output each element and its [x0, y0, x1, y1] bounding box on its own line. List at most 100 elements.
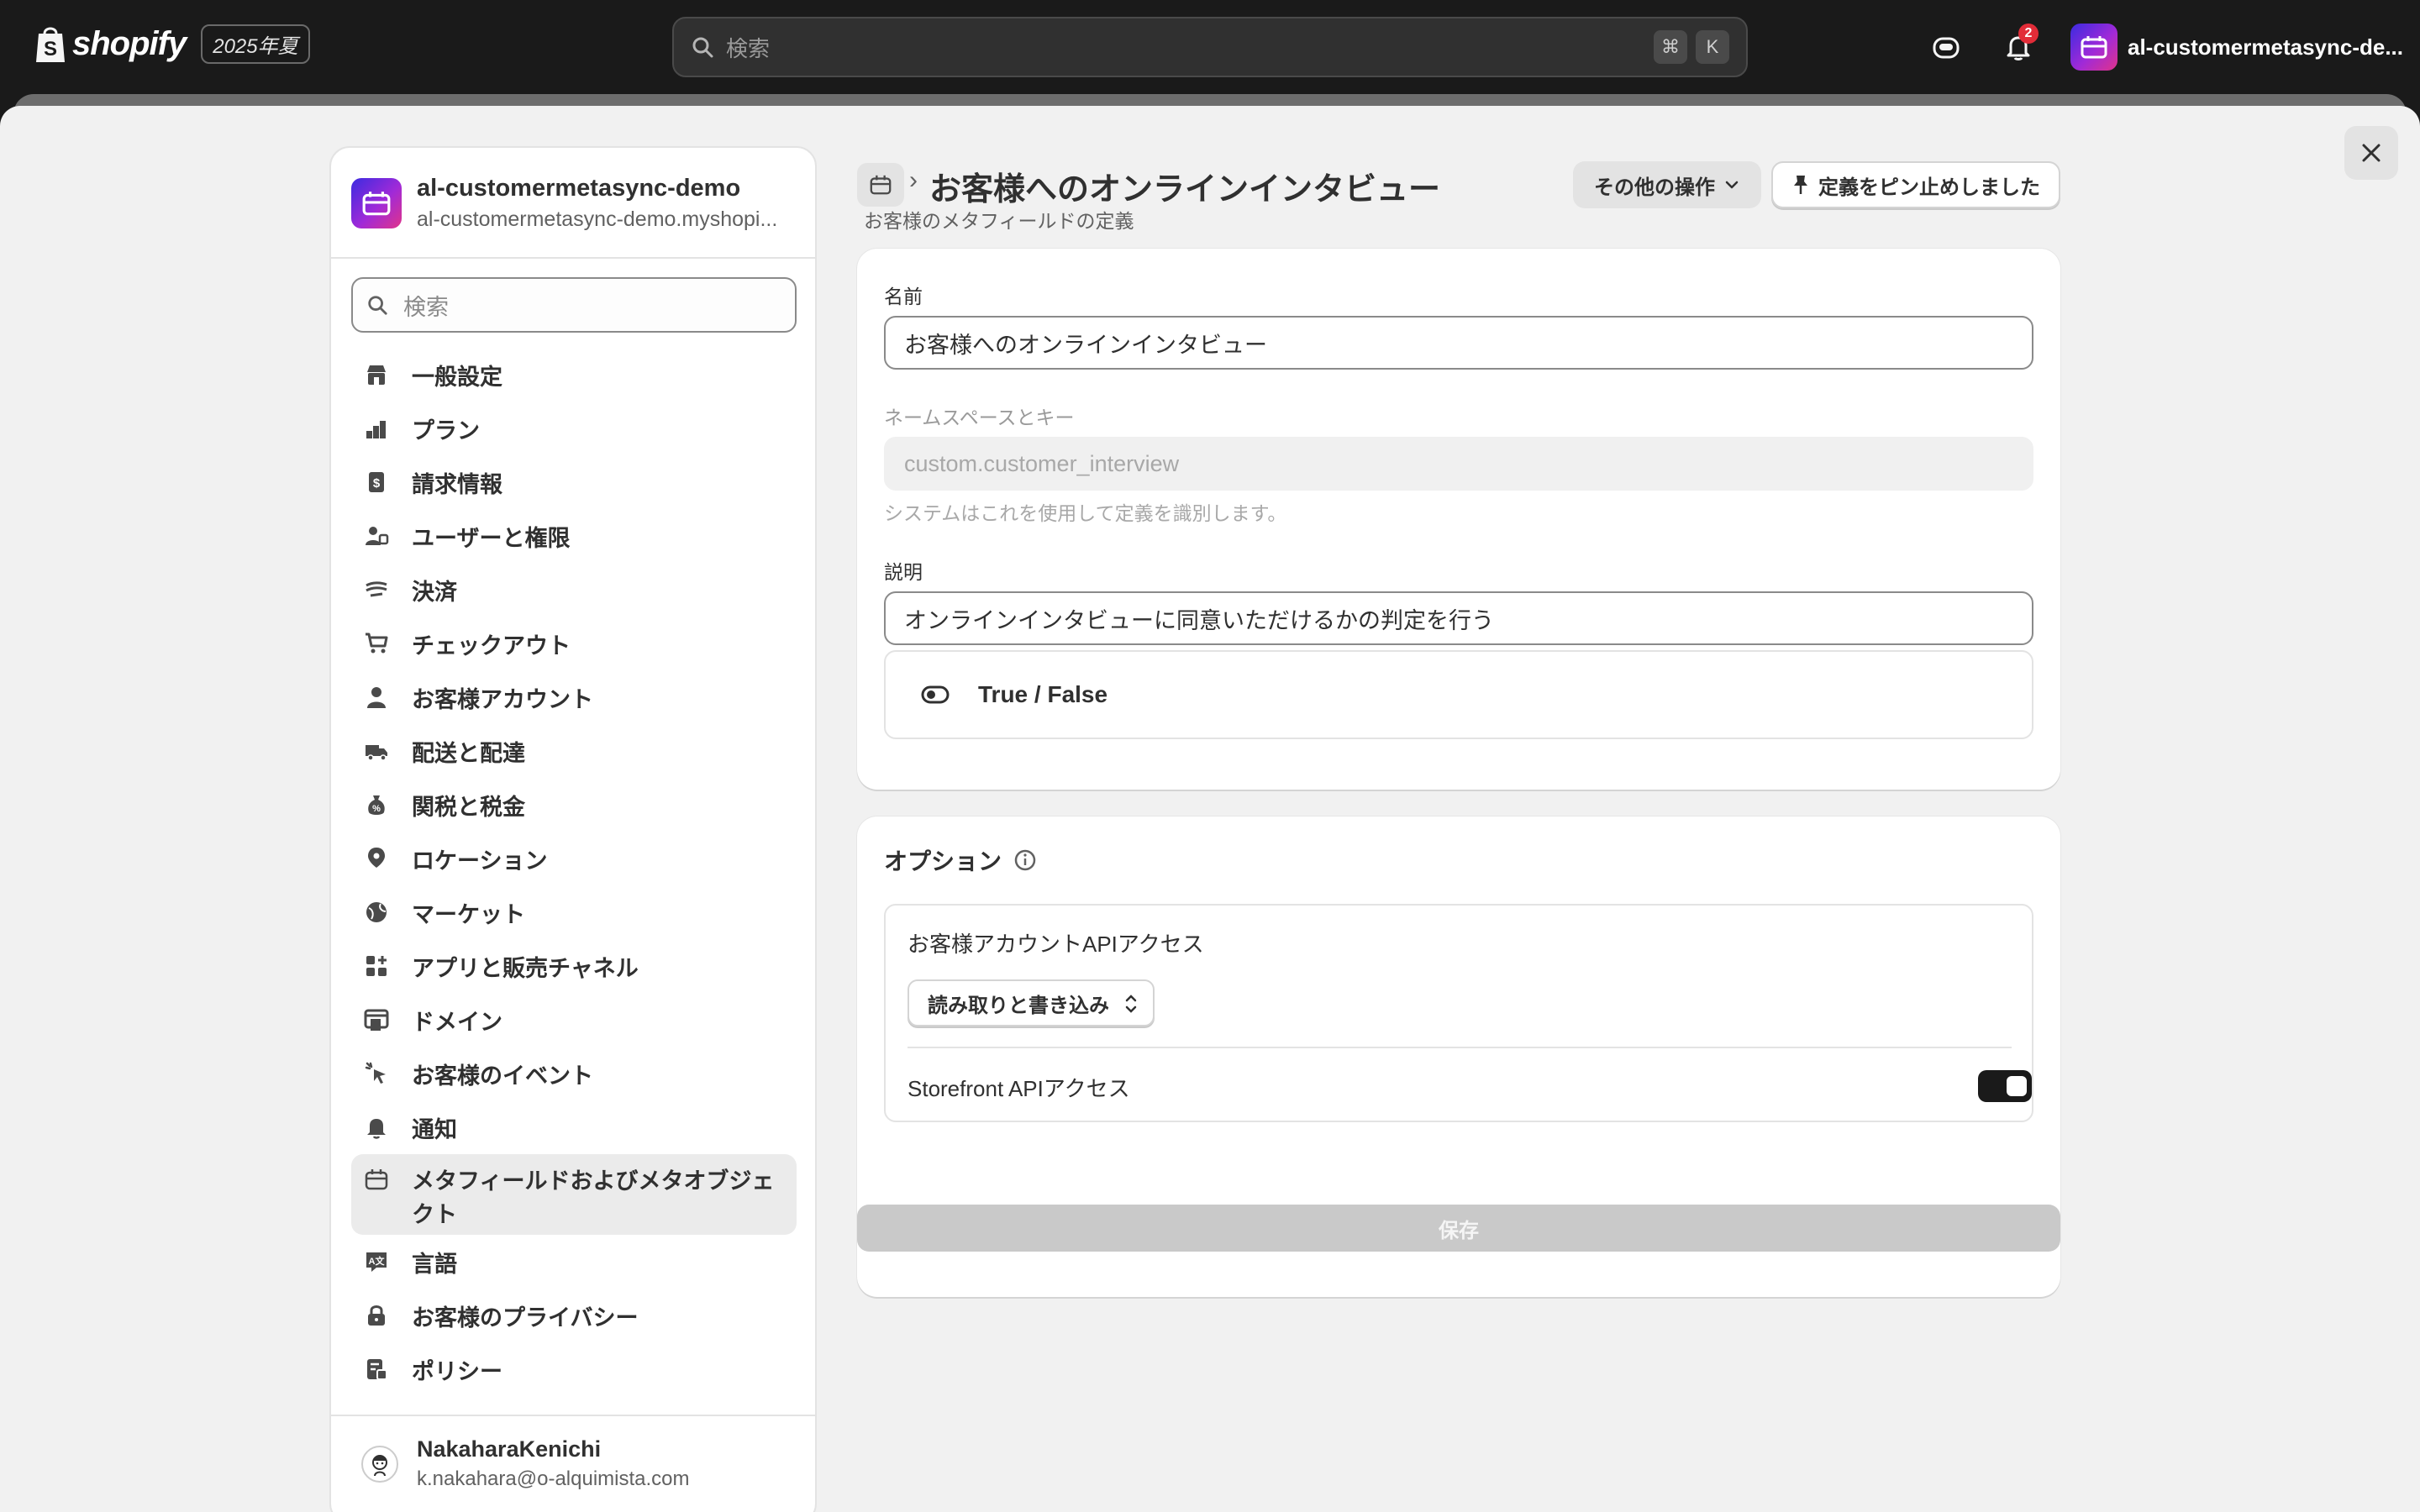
store-logo-icon: [362, 192, 391, 216]
settings-nav: 一般設定 プラン $ 請求情報 ユーザーと権限 決済 チェックアウト お客様アカ…: [351, 348, 797, 1396]
pin-definition-button[interactable]: 定義をピン止めしました: [1771, 161, 2060, 208]
svg-text:S: S: [44, 38, 57, 60]
sidebar-store-title: al-customermetasync-demo: [417, 175, 741, 202]
sidebar-item-label: ユーザーと権限: [412, 525, 571, 551]
sidebar-item-label: 通知: [412, 1116, 457, 1142]
pin-icon: [1794, 176, 1807, 194]
sidebar-item-checkout[interactable]: チェックアウト: [351, 617, 797, 670]
sidebar-user[interactable]: NakaharaKenichi k.nakahara@o-alquimista.…: [361, 1436, 690, 1491]
page-subtitle: お客様のメタフィールドの定義: [864, 210, 1134, 232]
info-icon[interactable]: [1013, 848, 1037, 872]
cart-icon: [361, 628, 392, 659]
user-email: k.nakahara@o-alquimista.com: [417, 1467, 690, 1490]
sidebar-item-general[interactable]: 一般設定: [351, 348, 797, 402]
search-placeholder: 検索: [726, 35, 771, 61]
customer-api-access-select[interactable]: 読み取りと書き込み: [908, 979, 1155, 1026]
description-input[interactable]: オンラインインタビューに同意いただけるかの判定を行う: [884, 591, 2033, 645]
tax-icon: %: [361, 790, 392, 820]
sidebar-item-policies[interactable]: ポリシー: [351, 1342, 797, 1396]
sidebar-item-plan[interactable]: プラン: [351, 402, 797, 455]
page-header: › お客様へのオンラインインタビュー お客様のメタフィールドの定義 その他の操作…: [857, 146, 2060, 244]
sidebar-divider: [331, 257, 815, 259]
chevron-down-icon: [1725, 181, 1739, 189]
person-icon: [361, 682, 392, 712]
definition-card: 名前 お客様へのオンラインインタビュー ネームスペースとキー custom.cu…: [857, 249, 2060, 790]
sidebar-item-languages[interactable]: A文 言語: [351, 1235, 797, 1289]
sidebar-item-label: 言語: [412, 1251, 457, 1277]
shopify-bag-icon: S: [36, 27, 65, 62]
search-icon: [368, 296, 387, 315]
save-button[interactable]: 保存: [857, 1205, 2060, 1252]
events-icon: [361, 1058, 392, 1089]
billing-icon: $: [361, 467, 392, 497]
bell-icon: [361, 1112, 392, 1142]
sidebar-item-label: アプリと販売チャネル: [412, 955, 639, 981]
sidebar-item-label: メタフィールドおよびメタオブジェクト: [412, 1168, 775, 1227]
payments-icon: [361, 575, 392, 605]
sidebar-item-notifications[interactable]: 通知: [351, 1100, 797, 1154]
type-selector[interactable]: True / False: [884, 650, 2033, 739]
name-input[interactable]: お客様へのオンラインインタビュー: [884, 316, 2033, 370]
notifications-button[interactable]: 2: [2000, 24, 2039, 66]
apps-icon: [361, 951, 392, 981]
sidebar-item-label: 配送と配達: [412, 740, 525, 766]
store-switcher-name: al-customermetasync-de...: [2128, 34, 2404, 60]
shortcut-k-key: K: [1696, 30, 1729, 64]
metafields-icon: [361, 1164, 392, 1194]
breadcrumb-metafields-button[interactable]: [857, 163, 904, 207]
toggle-icon: [921, 685, 950, 704]
sidebar-item-label: お客様アカウント: [412, 686, 593, 712]
sidebar-item-customer-accounts[interactable]: お客様アカウント: [351, 670, 797, 724]
sidebar-divider: [331, 1415, 815, 1416]
sidebar-item-metafields[interactable]: メタフィールドおよびメタオブジェクト: [351, 1154, 797, 1235]
sidebar-item-label: ドメイン: [412, 1009, 502, 1035]
customer-api-label: お客様アカウントAPIアクセス: [908, 932, 1204, 957]
sidebar-item-label: マーケット: [412, 901, 525, 927]
sidebar-item-label: 関税と税金: [412, 794, 525, 820]
sidebar-item-customer-privacy[interactable]: お客様のプライバシー: [351, 1289, 797, 1342]
store-logo-icon: [2081, 36, 2107, 59]
storefront-api-toggle[interactable]: [1978, 1070, 2032, 1102]
close-icon: [2362, 144, 2381, 162]
sidebar-item-label: プラン: [412, 417, 480, 444]
close-settings-button[interactable]: [2344, 126, 2398, 180]
sidebar-store-header[interactable]: al-customermetasync-demo al-customermeta…: [351, 175, 803, 232]
namespace-key-input: custom.customer_interview: [884, 437, 2033, 491]
domain-icon: [361, 1005, 392, 1035]
chevron-right-icon: ›: [909, 166, 918, 194]
sidebar-item-billing[interactable]: $ 請求情報: [351, 455, 797, 509]
user-avatar-icon: [372, 1454, 387, 1476]
edition-badge[interactable]: 2025年夏: [201, 24, 310, 64]
global-search-input[interactable]: 検索 ⌘ K: [672, 17, 1748, 77]
store-switcher[interactable]: al-customermetasync-de...: [2070, 24, 2403, 71]
settings-search-input[interactable]: 検索: [351, 277, 797, 333]
sidebar-item-locations[interactable]: ロケーション: [351, 832, 797, 885]
page-title: お客様へのオンラインインタビュー: [929, 172, 1441, 207]
toggle-knob: [2007, 1076, 2027, 1096]
sidebar-item-payments[interactable]: 決済: [351, 563, 797, 617]
sidebar-item-customer-events[interactable]: お客様のイベント: [351, 1047, 797, 1100]
user-avatar: [361, 1445, 398, 1483]
globe-icon: [361, 897, 392, 927]
sidebar-item-domains[interactable]: ドメイン: [351, 993, 797, 1047]
sidebar-item-label: ポリシー: [412, 1358, 502, 1384]
api-access-options: お客様アカウントAPIアクセス 読み取りと書き込み Storefront API…: [884, 904, 2033, 1122]
pin-label: 定義をピン止めしました: [1818, 176, 2040, 199]
namespace-help-text: システムはこれを使用して定義を識別します。: [884, 502, 1287, 524]
store-avatar: [351, 178, 402, 228]
options-divider: [908, 1047, 2012, 1048]
lock-icon: [361, 1300, 392, 1331]
more-actions-button[interactable]: その他の操作: [1573, 161, 1761, 208]
sidebar-item-users[interactable]: ユーザーと権限: [351, 509, 797, 563]
search-icon: [692, 37, 713, 58]
sidebar-item-apps-channels[interactable]: アプリと販売チャネル: [351, 939, 797, 993]
sidekick-button[interactable]: [1928, 29, 1965, 66]
sidebar-item-markets[interactable]: マーケット: [351, 885, 797, 939]
shopify-logo[interactable]: S shopify 2025年夏: [34, 24, 310, 64]
store-icon: [361, 360, 392, 390]
settings-search-placeholder: 検索: [403, 294, 449, 320]
sidebar-item-shipping[interactable]: 配送と配達: [351, 724, 797, 778]
more-actions-label: その他の操作: [1594, 176, 1715, 199]
sidebar-item-duties-taxes[interactable]: % 関税と税金: [351, 778, 797, 832]
metafield-definition-page: › お客様へのオンラインインタビュー お客様のメタフィールドの定義 その他の操作…: [857, 146, 2060, 1297]
